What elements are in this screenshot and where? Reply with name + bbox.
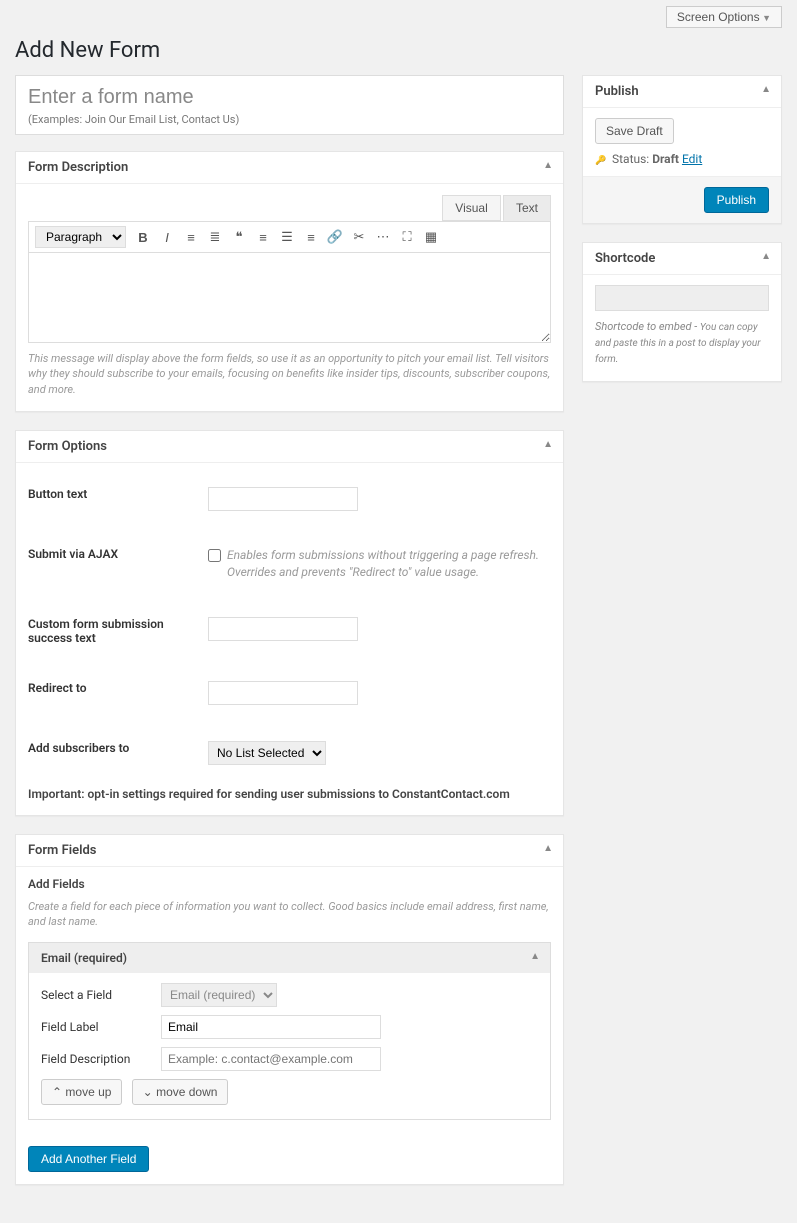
ajax-label: Submit via AJAX <box>28 547 208 581</box>
field-label-label: Field Label <box>41 1020 161 1034</box>
save-draft-button[interactable]: Save Draft <box>595 118 674 144</box>
select-field-dropdown[interactable]: Email (required) <box>161 983 277 1007</box>
fullscreen-icon[interactable]: ⛶ <box>396 226 418 248</box>
align-left-icon[interactable]: ≡ <box>252 226 274 248</box>
edit-status-link[interactable]: Edit <box>682 152 702 166</box>
add-fields-title: Add Fields <box>28 877 551 891</box>
form-options-box: Form Options ▲ Button text Submit via AJ… <box>15 430 564 816</box>
form-fields-box: Form Fields ▲ Add Fields Create a field … <box>15 834 564 1185</box>
triangle-up-icon[interactable]: ▲ <box>543 439 553 450</box>
ajax-help: Enables form submissions without trigger… <box>227 547 551 581</box>
status-value: Draft <box>652 152 679 166</box>
email-field-title: Email (required) <box>41 951 127 965</box>
subscribers-select[interactable]: No List Selected <box>208 741 326 765</box>
add-fields-help: Create a field for each piece of informa… <box>28 899 551 930</box>
status-label: Status: <box>612 152 649 166</box>
redirect-input[interactable] <box>208 681 358 705</box>
description-editor[interactable] <box>28 253 551 343</box>
success-text-input[interactable] <box>208 617 358 641</box>
toolbar-toggle-icon[interactable]: ▦ <box>420 226 442 248</box>
shortcode-title: Shortcode <box>595 251 655 266</box>
triangle-up-icon[interactable]: ▲ <box>761 84 771 95</box>
form-description-box: Form Description ▲ Visual Text Paragraph… <box>15 151 564 412</box>
important-note: Important: opt-in settings required for … <box>28 787 551 801</box>
publish-button[interactable]: Publish <box>704 187 769 213</box>
more-icon[interactable]: ⋯ <box>372 226 394 248</box>
triangle-up-icon[interactable]: ▲ <box>761 251 771 262</box>
form-fields-title: Form Fields <box>28 843 96 858</box>
select-field-label: Select a Field <box>41 988 161 1002</box>
field-description-input[interactable] <box>161 1047 381 1071</box>
unlink-icon[interactable]: ✂ <box>348 226 370 248</box>
page-title: Add New Form <box>15 38 782 63</box>
chevron-down-icon: ⌄ <box>143 1085 153 1099</box>
move-down-button[interactable]: ⌄ move down <box>132 1079 229 1105</box>
field-description-label: Field Description <box>41 1052 161 1066</box>
triangle-up-icon[interactable]: ▲ <box>543 160 553 171</box>
move-up-button[interactable]: ⌃ move up <box>41 1079 122 1105</box>
button-text-label: Button text <box>28 487 208 511</box>
bold-icon[interactable]: B <box>132 226 154 248</box>
title-box: (Examples: Join Our Email List, Contact … <box>15 75 564 135</box>
link-icon[interactable]: 🔗 <box>324 226 346 248</box>
publish-title: Publish <box>595 84 639 99</box>
italic-icon[interactable]: I <box>156 226 178 248</box>
screen-options-button[interactable]: Screen Options <box>666 6 782 28</box>
shortcode-box: Shortcode ▲ Shortcode to embed - You can… <box>582 242 782 382</box>
form-name-input[interactable] <box>28 84 551 111</box>
paragraph-select[interactable]: Paragraph <box>35 226 126 248</box>
bullet-list-icon[interactable]: ≡ <box>180 226 202 248</box>
key-icon <box>595 152 605 162</box>
editor-toolbar: Paragraph B I ≡ ≣ ❝ ≡ ☰ ≡ 🔗 ✂ ⋯ ⛶ ▦ <box>28 222 551 253</box>
subscribers-label: Add subscribers to <box>28 741 208 765</box>
visual-tab[interactable]: Visual <box>442 195 500 221</box>
add-another-field-button[interactable]: Add Another Field <box>28 1146 149 1172</box>
chevron-up-icon: ⌃ <box>52 1085 62 1099</box>
form-options-title: Form Options <box>28 439 107 454</box>
button-text-input[interactable] <box>208 487 358 511</box>
quote-icon[interactable]: ❝ <box>228 226 250 248</box>
shortcode-help: Shortcode to embed - You can copy and pa… <box>595 319 769 367</box>
ajax-checkbox[interactable] <box>208 549 221 562</box>
redirect-label: Redirect to <box>28 681 208 705</box>
triangle-up-icon[interactable]: ▲ <box>543 843 553 854</box>
form-name-hint: (Examples: Join Our Email List, Contact … <box>28 113 551 126</box>
shortcode-input[interactable] <box>595 285 769 311</box>
field-label-input[interactable] <box>161 1015 381 1039</box>
align-right-icon[interactable]: ≡ <box>300 226 322 248</box>
success-text-label: Custom form submission success text <box>28 617 208 645</box>
triangle-up-icon[interactable]: ▲ <box>530 951 540 962</box>
form-description-title: Form Description <box>28 160 128 175</box>
number-list-icon[interactable]: ≣ <box>204 226 226 248</box>
align-center-icon[interactable]: ☰ <box>276 226 298 248</box>
text-tab[interactable]: Text <box>503 195 551 221</box>
publish-box: Publish ▲ Save Draft Status: Draft Edit … <box>582 75 782 224</box>
description-help: This message will display above the form… <box>28 351 551 397</box>
email-field-block: Email (required) ▲ Select a Field Email … <box>28 942 551 1120</box>
